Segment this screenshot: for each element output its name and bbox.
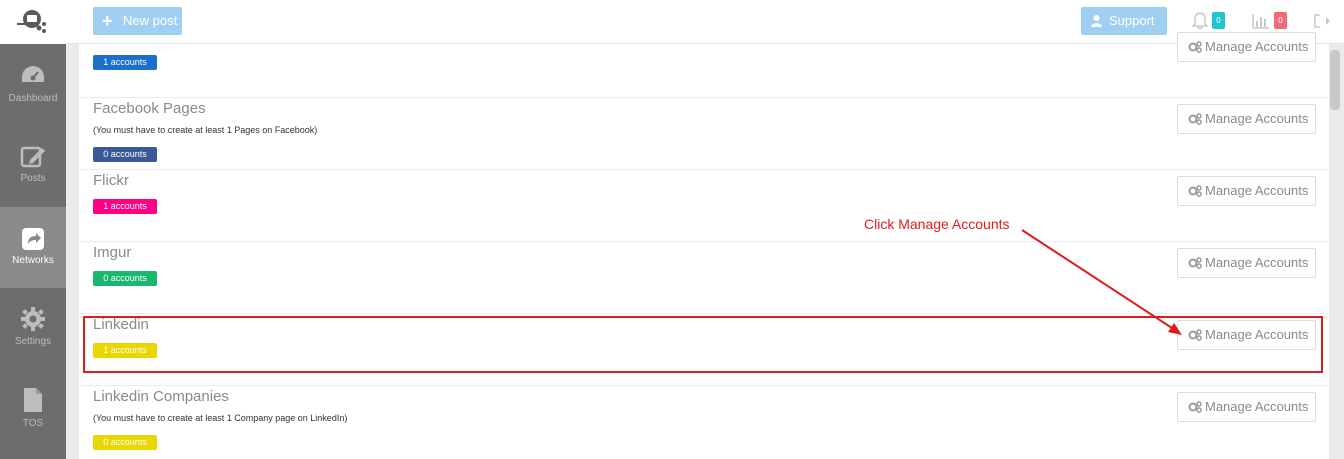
sidebar: Dashboard Posts Networks Settings TOS (0, 0, 66, 459)
new-post-label: New post (123, 13, 178, 28)
user-icon (1091, 15, 1102, 27)
network-title: Linkedin Companies (93, 388, 229, 405)
sidebar-item-label: Settings (14, 336, 52, 347)
manage-accounts-button[interactable]: Manage Accounts (1177, 104, 1316, 134)
manage-accounts-button[interactable]: Manage Accounts (1177, 248, 1316, 278)
dashboard-icon (22, 66, 44, 82)
sidebar-item-dashboard[interactable]: Dashboard (0, 44, 66, 125)
stats-button[interactable] (1252, 13, 1270, 34)
sidebar-item-settings[interactable]: Settings (0, 288, 66, 369)
sidebar-item-tos[interactable]: TOS (0, 369, 66, 450)
new-post-button[interactable]: + New post (93, 7, 182, 35)
logout-icon (1314, 14, 1330, 28)
network-title: Facebook Pages (93, 100, 206, 117)
highlight-box (83, 316, 1323, 373)
network-row: 1 accounts Manage Accounts (79, 32, 1329, 98)
scrollbar-thumb[interactable] (1330, 50, 1340, 110)
edit-icon (20, 146, 45, 168)
network-row-linkedin-companies: Linkedin Companies (You must have to cre… (79, 386, 1329, 459)
sidebar-item-label: Dashboard (8, 93, 58, 104)
accounts-badge: 0 accounts (93, 271, 157, 286)
share-icon (22, 228, 44, 250)
sidebar-item-posts[interactable]: Posts (0, 125, 66, 206)
top-bar: + New post Support 0 0 (66, 0, 1344, 44)
logo-icon (17, 10, 46, 33)
accounts-badge: 1 accounts (93, 55, 157, 70)
notifications-badge: 0 (1212, 12, 1225, 29)
gears-icon (1188, 41, 1202, 53)
stats-badge: 0 (1274, 12, 1287, 29)
document-icon (24, 388, 42, 412)
network-row-imgur: Imgur 0 accounts Manage Accounts (79, 242, 1329, 314)
manage-accounts-button[interactable]: Manage Accounts (1177, 32, 1316, 62)
network-note: (You must have to create at least 1 Comp… (93, 413, 348, 423)
accounts-badge: 0 accounts (93, 147, 157, 162)
plus-icon: + (102, 11, 113, 31)
manage-accounts-label: Manage Accounts (1205, 255, 1309, 270)
sidebar-item-label: Posts (20, 173, 46, 184)
network-row-flickr: Flickr 1 accounts Manage Accounts (79, 170, 1329, 242)
manage-accounts-label: Manage Accounts (1205, 111, 1309, 126)
gears-icon (1188, 401, 1202, 413)
sidebar-item-networks[interactable]: Networks (0, 207, 66, 288)
network-title: Imgur (93, 244, 132, 261)
manage-accounts-label: Manage Accounts (1205, 399, 1309, 414)
sidebar-item-label: TOS (22, 418, 44, 429)
manage-accounts-label: Manage Accounts (1205, 39, 1309, 54)
bar-chart-icon (1252, 14, 1269, 29)
network-title: Flickr (93, 172, 129, 189)
gear-icon (21, 307, 45, 331)
logout-button[interactable] (1314, 14, 1330, 33)
manage-accounts-button[interactable]: Manage Accounts (1177, 392, 1316, 422)
app-logo[interactable] (0, 0, 66, 44)
gears-icon (1188, 257, 1202, 269)
annotation-callout: Click Manage Accounts (864, 216, 1010, 232)
gears-icon (1188, 185, 1202, 197)
bell-icon (1191, 12, 1209, 30)
network-note: (You must have to create at least 1 Page… (93, 125, 318, 135)
accounts-badge: 0 accounts (93, 435, 157, 450)
manage-accounts-button[interactable]: Manage Accounts (1177, 176, 1316, 206)
network-row-facebook-pages: Facebook Pages (You must have to create … (79, 98, 1329, 170)
support-label: Support (1109, 13, 1155, 28)
gears-icon (1188, 113, 1202, 125)
sidebar-item-label: Networks (12, 255, 54, 266)
accounts-badge: 1 accounts (93, 199, 157, 214)
manage-accounts-label: Manage Accounts (1205, 183, 1309, 198)
support-button[interactable]: Support (1081, 7, 1167, 35)
